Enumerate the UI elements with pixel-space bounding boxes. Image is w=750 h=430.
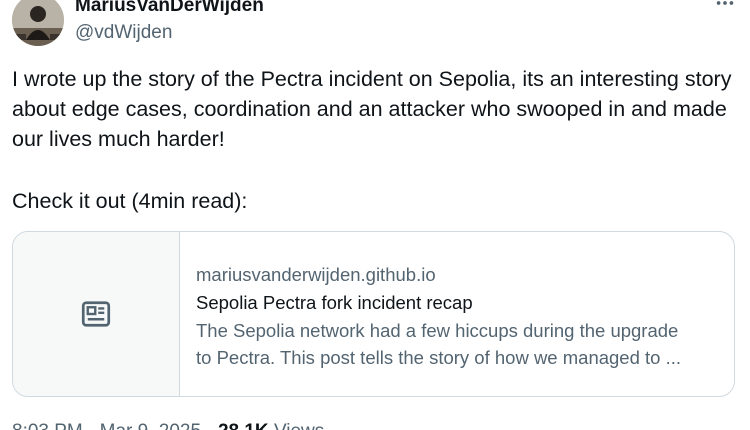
card-description-line: to Pectra. This post tells the story of … [196, 347, 682, 368]
card-domain: mariusvanderwijden.github.io [196, 264, 436, 285]
tweet-cta: Check it out (4min read): [12, 189, 248, 213]
card-body: mariusvanderwijden.github.io Sepolia Pec… [180, 232, 734, 396]
more-button[interactable] [714, 0, 736, 14]
article-icon [81, 301, 111, 327]
tweet-text: I wrote up the story of the Pectra incid… [12, 67, 738, 151]
link-card[interactable]: mariusvanderwijden.github.io Sepolia Pec… [12, 231, 735, 397]
card-description: The Sepolia network had a few hiccups du… [196, 317, 718, 371]
views-count: 28.1K [218, 421, 269, 430]
card-thumbnail [13, 232, 180, 396]
more-icon [716, 1, 734, 5]
footer-separator: · [88, 421, 94, 430]
avatar-image [12, 0, 64, 46]
display-name[interactable]: MariusVanDerWijden [75, 0, 264, 18]
tweet: MariusVanDerWijden @vdWijden I wrote up … [0, 0, 750, 430]
avatar[interactable] [12, 0, 64, 46]
tweet-footer: 8:03 PM · Mar 9, 2025 · 28.1K Views [12, 420, 324, 430]
tweet-date[interactable]: Mar 9, 2025 [100, 421, 201, 430]
tweet-time[interactable]: 8:03 PM [12, 421, 83, 430]
card-title: Sepolia Pectra fork incident recap [196, 292, 473, 313]
card-description-line: The Sepolia network had a few hiccups du… [196, 320, 679, 341]
views-label: Views [274, 421, 324, 430]
footer-separator: · [206, 421, 212, 430]
handle[interactable]: @vdWijden [75, 21, 172, 45]
